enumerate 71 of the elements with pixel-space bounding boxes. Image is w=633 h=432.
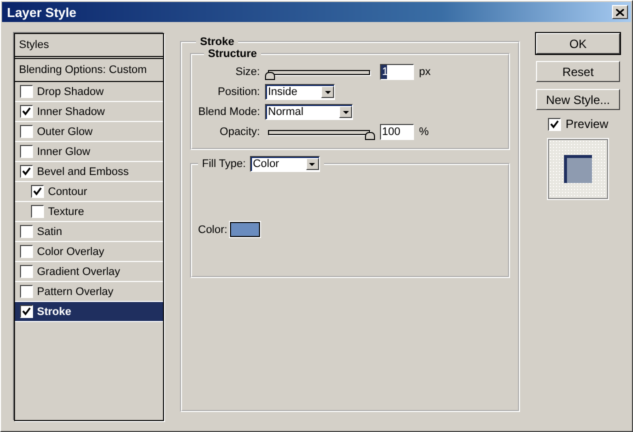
checkbox[interactable]	[20, 305, 33, 318]
checkbox[interactable]	[20, 145, 33, 158]
checkbox[interactable]	[20, 105, 33, 118]
check-icon	[33, 187, 42, 196]
style-item[interactable]: Contour	[15, 182, 163, 202]
checkbox[interactable]	[548, 118, 561, 130]
style-item[interactable]: Inner Glow	[15, 142, 163, 162]
style-label: Gradient Overlay	[37, 266, 120, 278]
unit-label: px	[419, 66, 431, 78]
unit-label: %	[419, 126, 429, 138]
style-label: Bevel and Emboss	[37, 166, 129, 178]
close-icon	[616, 8, 624, 16]
group-title: Stroke	[199, 36, 236, 48]
style-item[interactable]: Stroke	[15, 302, 163, 322]
style-item[interactable]: Bevel and Emboss	[15, 162, 163, 182]
square-icon	[564, 155, 592, 183]
checkbox[interactable]	[31, 205, 44, 218]
style-label: Pattern Overlay	[37, 286, 114, 298]
check-icon	[22, 307, 31, 316]
style-label: Texture	[48, 206, 84, 218]
checkbox[interactable]	[20, 265, 33, 278]
caret-icon	[342, 110, 348, 114]
style-item[interactable]: Inner Shadow	[15, 102, 163, 122]
style-label: Satin	[37, 226, 62, 238]
caret-icon	[324, 90, 330, 94]
fill-type-dropdown[interactable]: Color	[250, 156, 320, 172]
caret-icon	[309, 162, 316, 166]
slider-thumb[interactable]	[265, 72, 275, 80]
style-item[interactable]: Satin	[15, 222, 163, 242]
style-label: Drop Shadow	[37, 86, 104, 98]
style-item[interactable]: Drop Shadow	[15, 82, 163, 102]
checkbox[interactable]	[31, 185, 44, 198]
style-item[interactable]: Color Overlay	[15, 242, 163, 262]
field-label: Size:	[234, 66, 260, 78]
checkbox[interactable]	[20, 285, 33, 298]
check-icon	[22, 167, 31, 176]
blend-mode-dropdown[interactable]: Normal	[265, 104, 353, 120]
field-label: Blend Mode:	[198, 106, 260, 118]
checkbox[interactable]	[20, 165, 33, 178]
group-title: Structure	[207, 48, 258, 60]
dialog-button[interactable]: OK	[536, 33, 620, 54]
style-label: Inner Shadow	[37, 106, 105, 118]
field-label: Position:	[216, 86, 260, 98]
style-label: Color Overlay	[37, 246, 104, 258]
dialog-button[interactable]: Reset	[536, 61, 620, 82]
position-dropdown[interactable]: Inside	[265, 84, 335, 100]
styles-header[interactable]: Styles	[15, 34, 163, 59]
opacity-input[interactable]: 100	[380, 124, 414, 140]
checkbox[interactable]	[20, 125, 33, 138]
check-icon	[22, 107, 31, 116]
style-label: Contour	[48, 186, 88, 198]
close-button[interactable]	[612, 5, 628, 19]
field-label: Opacity:	[218, 126, 260, 138]
style-item[interactable]: Outer Glow	[15, 122, 163, 142]
checkbox[interactable]	[20, 85, 33, 98]
slider-thumb[interactable]	[365, 132, 375, 140]
checkbox[interactable]	[20, 245, 33, 258]
color-swatch[interactable]	[230, 222, 260, 237]
blending-options-item[interactable]: Blending Options: Custom	[15, 59, 163, 82]
style-label: Stroke	[37, 306, 72, 318]
field-label: Color:	[198, 224, 228, 236]
window-title: Layer Style	[7, 4, 76, 20]
checkbox[interactable]	[20, 225, 33, 238]
style-label: Outer Glow	[37, 126, 93, 138]
dialog-button[interactable]: New Style...	[536, 89, 620, 110]
style-label: Inner Glow	[37, 146, 90, 158]
field-label: Fill Type:	[202, 158, 246, 170]
check-icon	[550, 120, 559, 128]
preview-label: Preview	[566, 117, 608, 131]
style-item[interactable]: Texture	[15, 202, 163, 222]
style-item[interactable]: Gradient Overlay	[15, 262, 163, 282]
